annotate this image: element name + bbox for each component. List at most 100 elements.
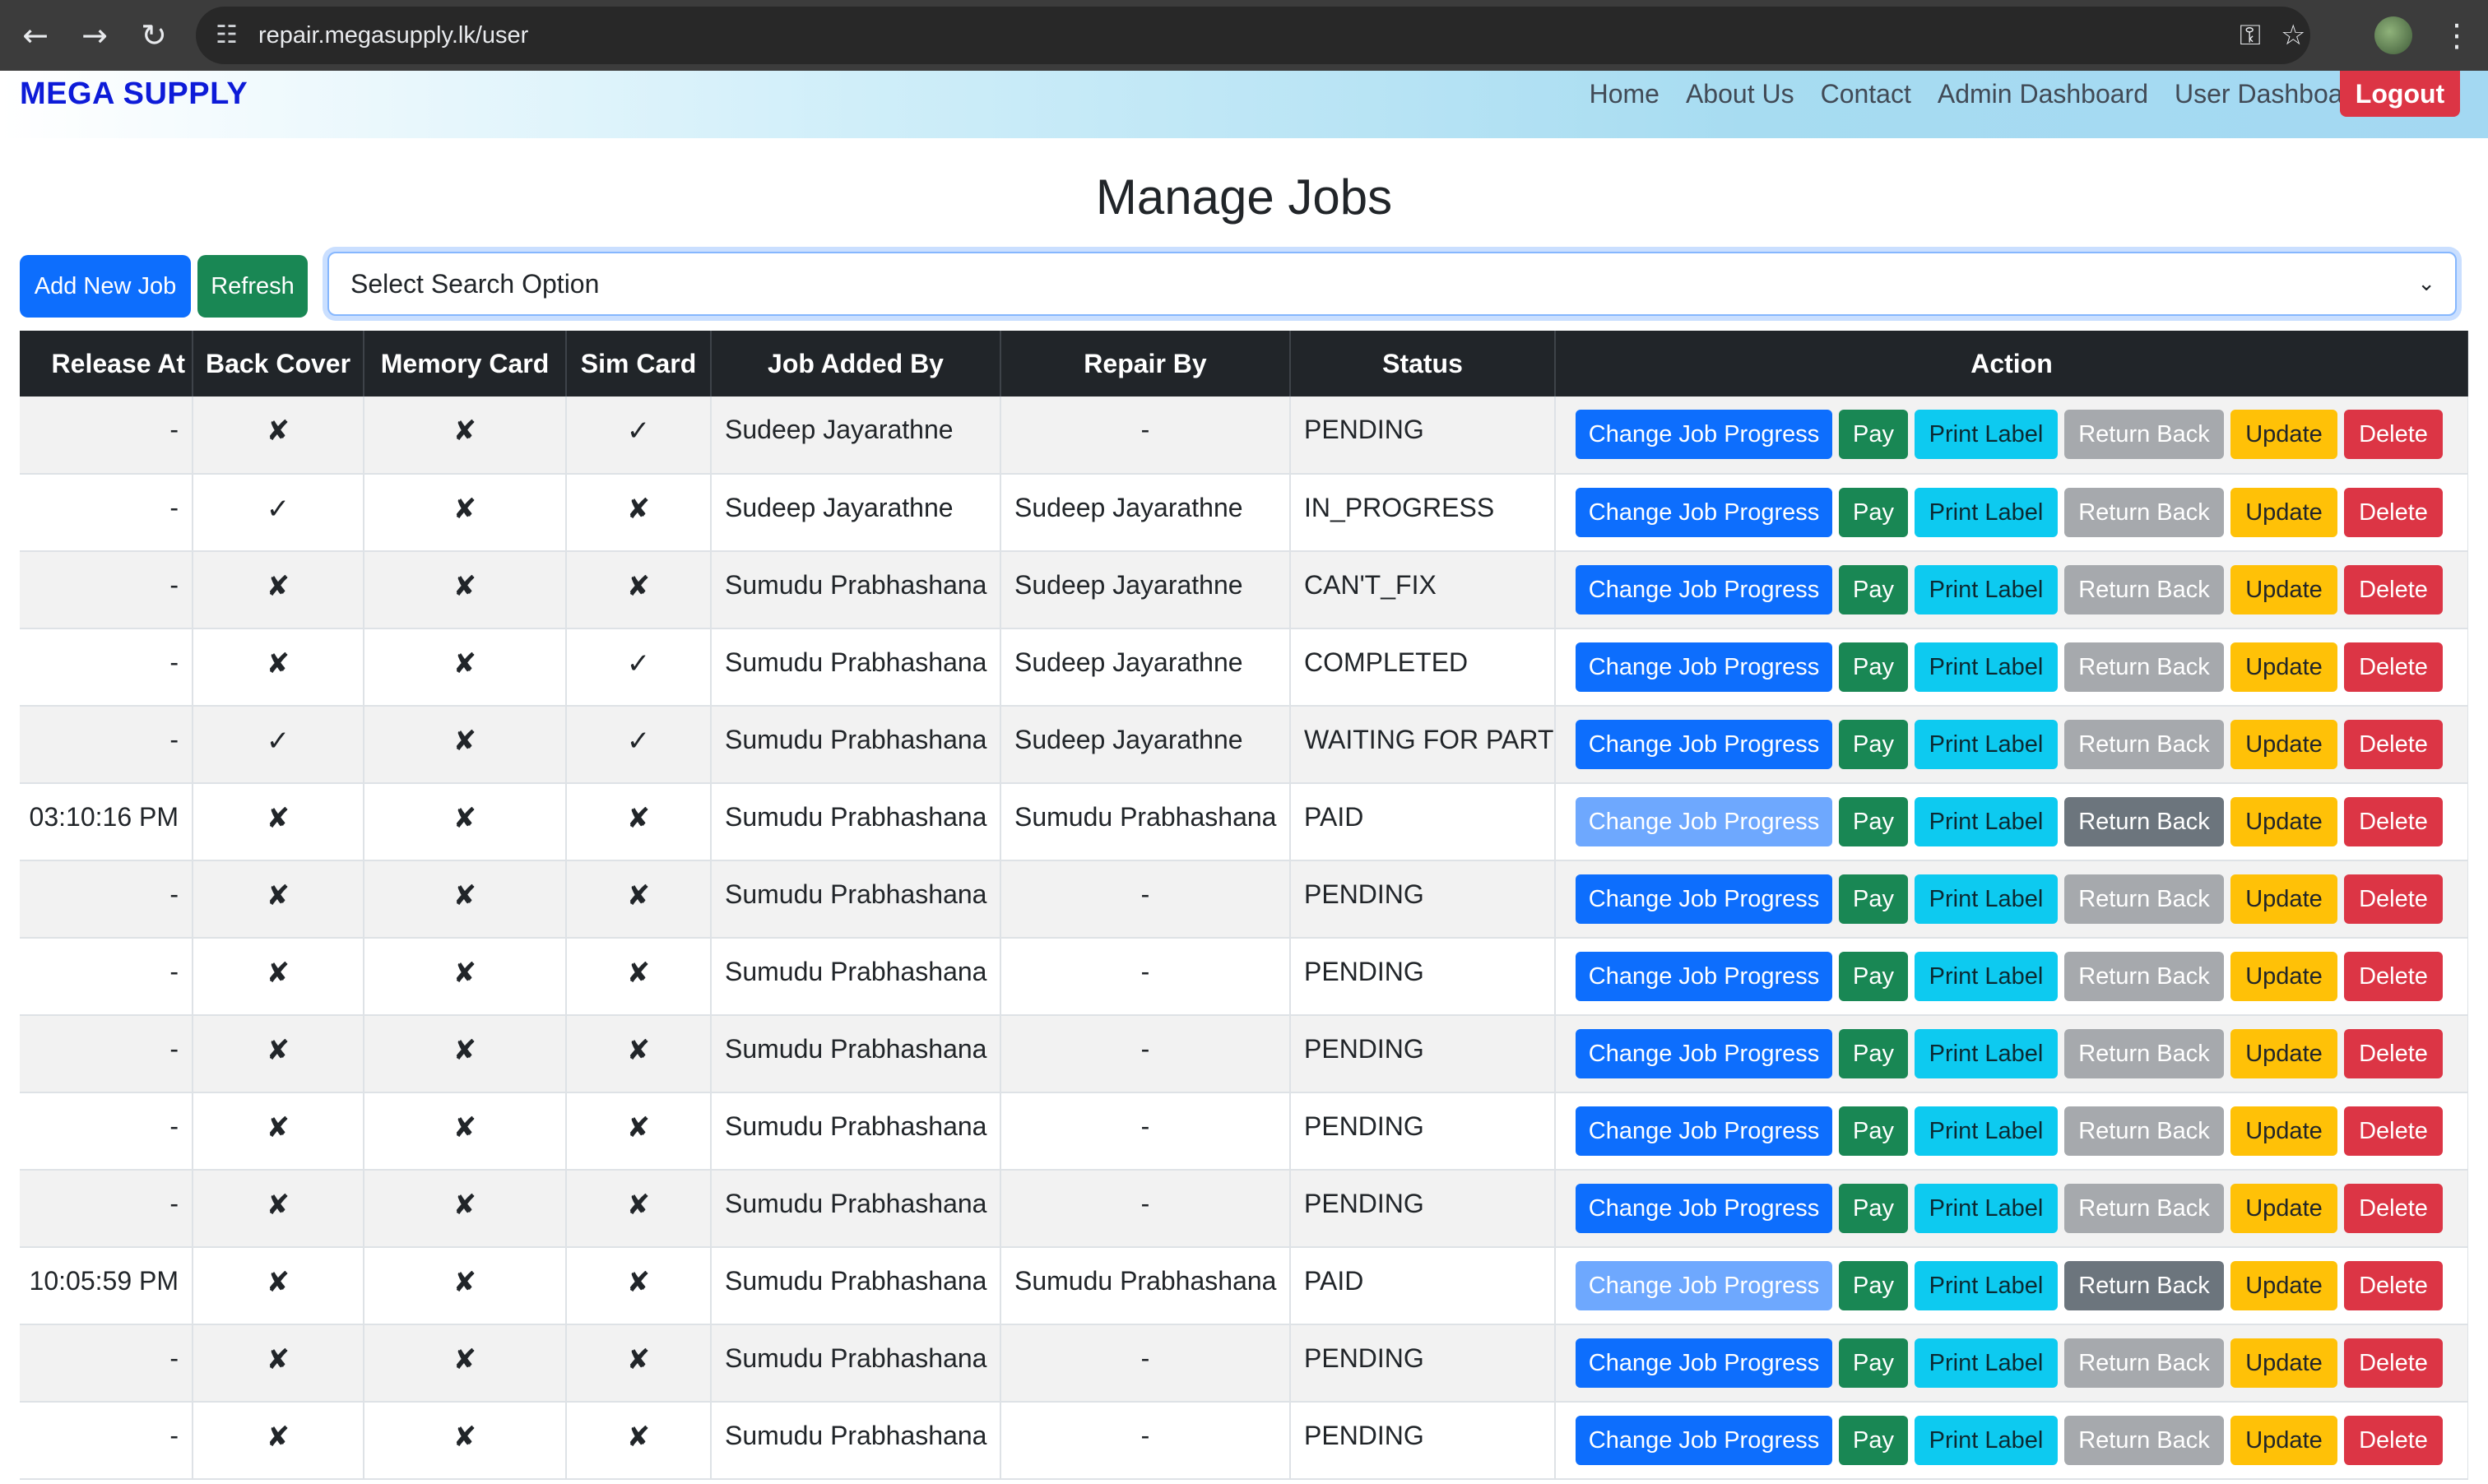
update-button[interactable]: Update (2230, 565, 2337, 614)
return-back-button[interactable]: Return Back (2064, 797, 2224, 846)
column-header-memory-card[interactable]: Memory Card (364, 331, 567, 397)
return-back-button[interactable]: Return Back (2064, 1029, 2224, 1078)
brand-logo[interactable]: MEGA SUPPLY (20, 71, 248, 117)
change-job-progress-button[interactable]: Change Job Progress (1576, 874, 1832, 924)
print-label-button[interactable]: Print Label (1915, 1106, 2058, 1156)
print-label-button[interactable]: Print Label (1915, 410, 2058, 459)
update-button[interactable]: Update (2230, 797, 2337, 846)
update-button[interactable]: Update (2230, 642, 2337, 692)
update-button[interactable]: Update (2230, 874, 2337, 924)
delete-button[interactable]: Delete (2344, 1416, 2443, 1465)
update-button[interactable]: Update (2230, 1416, 2337, 1465)
refresh-button[interactable]: Refresh (197, 255, 308, 318)
print-label-button[interactable]: Print Label (1915, 874, 2058, 924)
password-key-icon[interactable]: ⚿ (2240, 7, 2261, 64)
pay-button[interactable]: Pay (1839, 1338, 1908, 1388)
return-back-button[interactable]: Return Back (2064, 720, 2224, 769)
pay-button[interactable]: Pay (1839, 488, 1908, 537)
pay-button[interactable]: Pay (1839, 410, 1908, 459)
pay-button[interactable]: Pay (1839, 1106, 1908, 1156)
logout-button[interactable]: Logout (2340, 71, 2460, 117)
site-settings-icon[interactable]: ☷ (216, 7, 238, 64)
change-job-progress-button[interactable]: Change Job Progress (1576, 565, 1832, 614)
profile-avatar[interactable] (2374, 16, 2412, 54)
jobs-table-container[interactable]: Release At Back Cover Memory Card Sim Ca… (20, 331, 2468, 1484)
change-job-progress-button[interactable]: Change Job Progress (1576, 642, 1832, 692)
reload-icon[interactable]: ↻ (130, 12, 178, 59)
print-label-button[interactable]: Print Label (1915, 720, 2058, 769)
pay-button[interactable]: Pay (1839, 1029, 1908, 1078)
column-header-repair-by[interactable]: Repair By (1000, 331, 1291, 397)
print-label-button[interactable]: Print Label (1915, 488, 2058, 537)
change-job-progress-button[interactable]: Change Job Progress (1576, 488, 1832, 537)
print-label-button[interactable]: Print Label (1915, 1261, 2058, 1310)
print-label-button[interactable]: Print Label (1915, 952, 2058, 1001)
print-label-button[interactable]: Print Label (1915, 642, 2058, 692)
delete-button[interactable]: Delete (2344, 1106, 2443, 1156)
delete-button[interactable]: Delete (2344, 642, 2443, 692)
change-job-progress-button[interactable]: Change Job Progress (1576, 410, 1832, 459)
return-back-button[interactable]: Return Back (2064, 1184, 2224, 1233)
delete-button[interactable]: Delete (2344, 488, 2443, 537)
address-bar[interactable]: ☷ repair.megasupply.lk/user ⚿ ☆ (196, 7, 2310, 64)
return-back-button[interactable]: Return Back (2064, 1106, 2224, 1156)
print-label-button[interactable]: Print Label (1915, 797, 2058, 846)
back-arrow-icon[interactable]: ← (12, 12, 59, 59)
print-label-button[interactable]: Print Label (1915, 1029, 2058, 1078)
update-button[interactable]: Update (2230, 410, 2337, 459)
delete-button[interactable]: Delete (2344, 874, 2443, 924)
pay-button[interactable]: Pay (1839, 720, 1908, 769)
delete-button[interactable]: Delete (2344, 565, 2443, 614)
print-label-button[interactable]: Print Label (1915, 565, 2058, 614)
change-job-progress-button[interactable]: Change Job Progress (1576, 720, 1832, 769)
change-job-progress-button[interactable]: Change Job Progress (1576, 1338, 1832, 1388)
pay-button[interactable]: Pay (1839, 1416, 1908, 1465)
print-label-button[interactable]: Print Label (1915, 1184, 2058, 1233)
delete-button[interactable]: Delete (2344, 1029, 2443, 1078)
return-back-button[interactable]: Return Back (2064, 874, 2224, 924)
delete-button[interactable]: Delete (2344, 1261, 2443, 1310)
delete-button[interactable]: Delete (2344, 720, 2443, 769)
pay-button[interactable]: Pay (1839, 1261, 1908, 1310)
change-job-progress-button[interactable]: Change Job Progress (1576, 1261, 1832, 1310)
change-job-progress-button[interactable]: Change Job Progress (1576, 1029, 1832, 1078)
pay-button[interactable]: Pay (1839, 1184, 1908, 1233)
forward-arrow-icon[interactable]: → (71, 12, 118, 59)
column-header-back-cover[interactable]: Back Cover (193, 331, 364, 397)
update-button[interactable]: Update (2230, 488, 2337, 537)
return-back-button[interactable]: Return Back (2064, 410, 2224, 459)
update-button[interactable]: Update (2230, 720, 2337, 769)
return-back-button[interactable]: Return Back (2064, 1416, 2224, 1465)
nav-link-about[interactable]: About Us (1686, 71, 1794, 117)
pay-button[interactable]: Pay (1839, 874, 1908, 924)
column-header-job-added-by[interactable]: Job Added By (711, 331, 1001, 397)
add-new-job-button[interactable]: Add New Job (20, 255, 191, 318)
browser-menu-icon[interactable]: ⋮ (2440, 12, 2473, 59)
delete-button[interactable]: Delete (2344, 1338, 2443, 1388)
return-back-button[interactable]: Return Back (2064, 565, 2224, 614)
nav-link-contact[interactable]: Contact (1821, 71, 1911, 117)
change-job-progress-button[interactable]: Change Job Progress (1576, 1106, 1832, 1156)
pay-button[interactable]: Pay (1839, 565, 1908, 614)
delete-button[interactable]: Delete (2344, 1184, 2443, 1233)
change-job-progress-button[interactable]: Change Job Progress (1576, 1416, 1832, 1465)
delete-button[interactable]: Delete (2344, 952, 2443, 1001)
return-back-button[interactable]: Return Back (2064, 642, 2224, 692)
nav-link-admin-dashboard[interactable]: Admin Dashboard (1938, 71, 2148, 117)
nav-link-user-dashboard[interactable]: User Dashboard (2175, 71, 2366, 117)
delete-button[interactable]: Delete (2344, 410, 2443, 459)
update-button[interactable]: Update (2230, 1029, 2337, 1078)
delete-button[interactable]: Delete (2344, 797, 2443, 846)
return-back-button[interactable]: Return Back (2064, 952, 2224, 1001)
return-back-button[interactable]: Return Back (2064, 1261, 2224, 1310)
column-header-release-at[interactable]: Release At (20, 331, 193, 397)
update-button[interactable]: Update (2230, 1184, 2337, 1233)
column-header-status[interactable]: Status (1290, 331, 1556, 397)
column-header-sim-card[interactable]: Sim Card (566, 331, 712, 397)
print-label-button[interactable]: Print Label (1915, 1416, 2058, 1465)
search-option-select[interactable]: Select Search Option ⌄ (327, 252, 2457, 316)
address-url[interactable]: repair.megasupply.lk/user (258, 7, 528, 64)
update-button[interactable]: Update (2230, 1106, 2337, 1156)
change-job-progress-button[interactable]: Change Job Progress (1576, 1184, 1832, 1233)
pay-button[interactable]: Pay (1839, 642, 1908, 692)
